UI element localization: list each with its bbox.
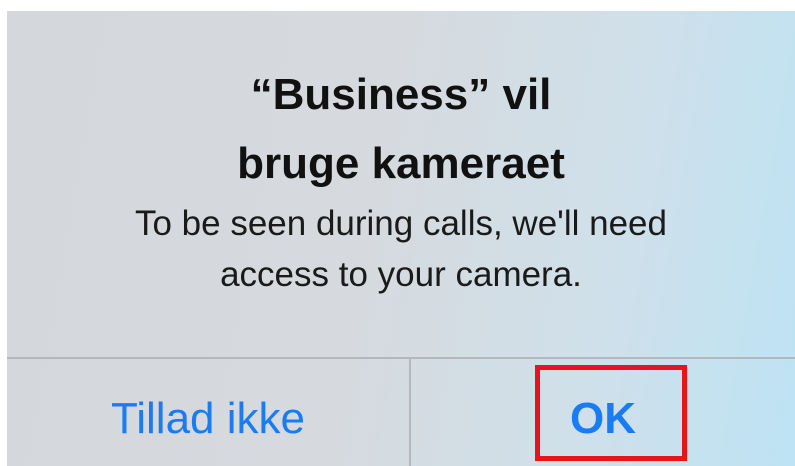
alert-message-line-2: access to your camera.: [220, 255, 582, 294]
ok-button[interactable]: OK: [411, 359, 795, 466]
alert-message-line-1: To be seen during calls, we'll need: [134, 204, 667, 243]
deny-button[interactable]: Tillad ikke: [7, 359, 409, 466]
alert-content: “Business” vil bruge kameraet To be seen…: [7, 11, 795, 357]
alert-title-line-1: “Business” vil: [250, 70, 552, 119]
permission-alert: “Business” vil bruge kameraet To be seen…: [7, 11, 795, 466]
alert-title-line-2: bruge kameraet: [237, 139, 565, 188]
